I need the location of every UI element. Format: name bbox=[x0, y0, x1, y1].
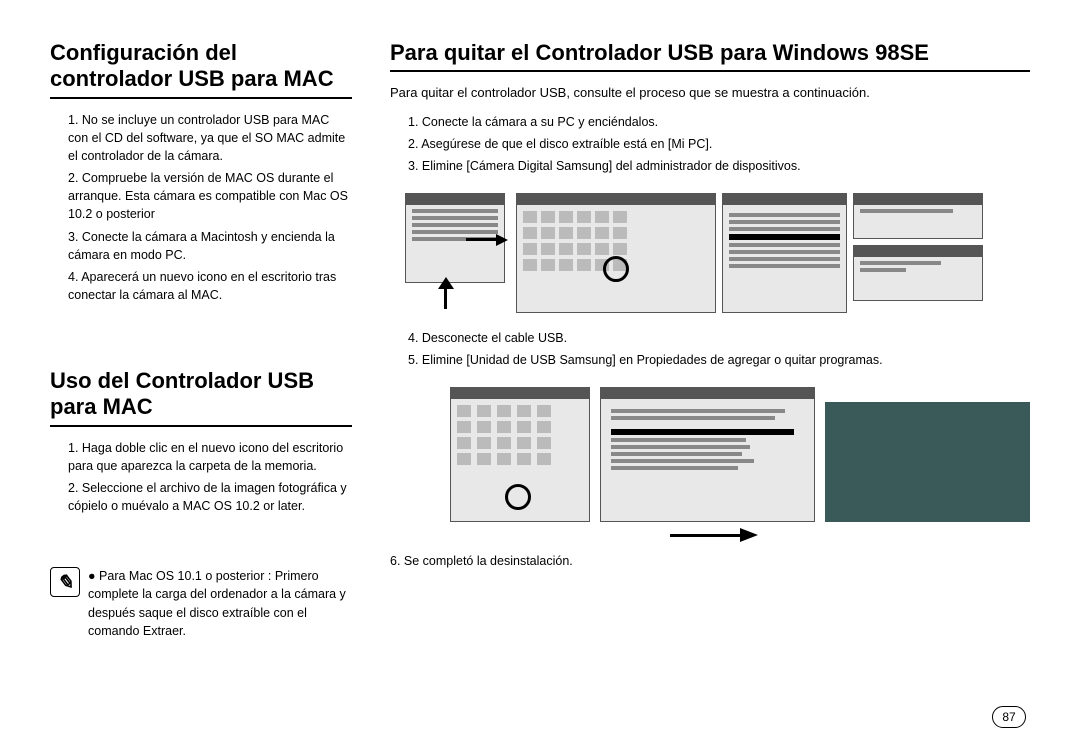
intro-text: Para quitar el controlador USB, consulte… bbox=[390, 84, 1030, 102]
list-item: 1. No se incluye un controlador USB para… bbox=[68, 111, 352, 165]
list-item: 2. Compruebe la versión de MAC OS durant… bbox=[68, 169, 352, 223]
list-item: 4. Aparecerá un nuevo icono en el escrit… bbox=[68, 268, 352, 304]
bullet-icon: ● bbox=[88, 569, 96, 583]
screenshot-confirm-dialog-1 bbox=[853, 193, 983, 239]
mac-config-list: 1. No se incluye un controlador USB para… bbox=[68, 111, 352, 308]
list-item: 4. Desconecte el cable USB. bbox=[408, 329, 1030, 347]
highlight-circle-icon bbox=[505, 484, 531, 510]
win-list-a: 1. Conecte la cámara a su PC y enciéndal… bbox=[408, 113, 1030, 179]
screenshot-control-panel bbox=[516, 193, 716, 313]
right-column: Para quitar el Controlador USB para Wind… bbox=[390, 40, 1030, 722]
note-text: ● Para Mac OS 10.1 o posterior : Primero… bbox=[88, 567, 352, 640]
screenshot-confirm-dialog-2 bbox=[853, 245, 983, 301]
list-item: 3. Conecte la cámara a Macintosh y encie… bbox=[68, 228, 352, 264]
note-icon: ✎ bbox=[50, 567, 80, 597]
arrow-right-long-icon bbox=[670, 528, 1030, 542]
win-list-b: 4. Desconecte el cable USB. 5. Elimine [… bbox=[408, 329, 1030, 373]
screenshot-uninstaller bbox=[825, 402, 1030, 522]
mac-use-list: 1. Haga doble clic en el nuevo icono del… bbox=[68, 439, 352, 520]
screenshot-start-menu bbox=[405, 193, 505, 283]
final-step: 6. Se completó la desinstalación. bbox=[390, 554, 1030, 568]
list-item: 2. Asegúrese de que el disco extraíble e… bbox=[408, 135, 1030, 153]
note-content: Para Mac OS 10.1 o posterior : Primero c… bbox=[88, 569, 346, 637]
screenshot-add-remove bbox=[600, 387, 815, 522]
arrow-up-icon bbox=[400, 281, 510, 299]
list-item: 5. Elimine [Unidad de USB Samsung] en Pr… bbox=[408, 351, 1030, 369]
screenshot-control-panel-2 bbox=[450, 387, 590, 522]
list-item: 2. Seleccione el archivo de la imagen fo… bbox=[68, 479, 352, 515]
list-item: 3. Elimine [Cámera Digital Samsung] del … bbox=[408, 157, 1030, 175]
highlight-circle-icon bbox=[603, 256, 629, 282]
screenshot-device-manager bbox=[722, 193, 847, 313]
note-block: ✎ ● Para Mac OS 10.1 o posterior : Prime… bbox=[50, 567, 352, 640]
list-item: 1. Haga doble clic en el nuevo icono del… bbox=[68, 439, 352, 475]
screenshot-row-2 bbox=[450, 387, 1030, 522]
arrow-right-icon bbox=[466, 234, 508, 246]
heading-mac-use: Uso del Controlador USB para MAC bbox=[50, 368, 352, 427]
page-number: 87 bbox=[992, 706, 1026, 728]
list-item: 1. Conecte la cámara a su PC y enciéndal… bbox=[408, 113, 1030, 131]
left-column: Configuración del controlador USB para M… bbox=[50, 40, 352, 722]
heading-mac-config: Configuración del controlador USB para M… bbox=[50, 40, 352, 99]
screenshot-row-1 bbox=[400, 193, 1030, 313]
heading-win-remove: Para quitar el Controlador USB para Wind… bbox=[390, 40, 1030, 72]
